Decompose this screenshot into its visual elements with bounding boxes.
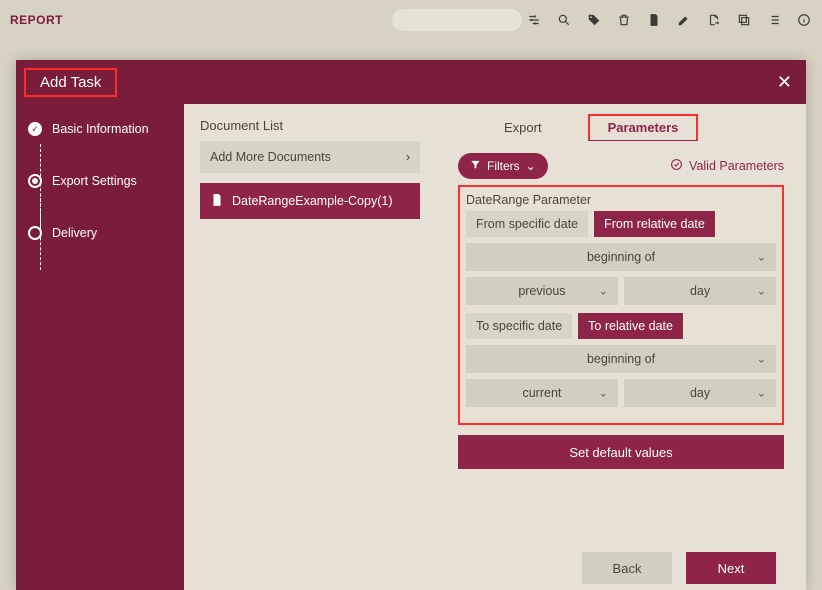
modal-footer: Back Next [582,552,776,584]
filters-label: Filters [487,159,520,173]
to-relative-toggle[interactable]: To relative date [578,313,683,339]
edit-icon[interactable] [676,12,692,28]
select-value: beginning of [587,352,655,366]
tab-parameters[interactable]: Parameters [588,114,699,141]
daterange-parameter-block: DateRange Parameter From specific date F… [458,185,784,425]
parameter-label: DateRange Parameter [466,193,776,207]
search-icon[interactable] [556,12,572,28]
from-offset-select[interactable]: previous ⌄ [466,277,618,305]
doc-list-title: Document List [200,118,420,133]
stepper: ✓ Basic Information Export Settings Deli… [16,104,184,590]
chevron-right-icon: › [406,150,410,164]
sliders-icon[interactable] [526,12,542,28]
step-delivery[interactable]: Delivery [28,226,172,240]
file-icon[interactable] [646,12,662,28]
step-bullet-icon [28,226,42,240]
document-item[interactable]: DateRangeExample-Copy(1) [200,183,420,219]
document-name: DateRangeExample-Copy(1) [232,194,393,208]
topbar: REPORT [0,0,822,40]
document-pane: Document List Add More Documents › DateR… [184,104,436,590]
filters-button[interactable]: Filters ⌄ [458,153,548,179]
close-icon[interactable]: ✕ [777,72,792,93]
chevron-down-icon: ⌄ [599,285,608,298]
add-more-documents[interactable]: Add More Documents › [200,141,420,173]
export-icon[interactable] [706,12,722,28]
topbar-title: REPORT [10,13,63,27]
next-button[interactable]: Next [686,552,776,584]
from-relative-toggle[interactable]: From relative date [594,211,715,237]
add-more-label: Add More Documents [210,150,331,164]
to-anchor-select[interactable]: beginning of ⌄ [466,345,776,373]
step-bullet-done-icon: ✓ [28,122,42,136]
tab-export[interactable]: Export [498,114,548,141]
back-label: Back [613,561,642,576]
tag-icon[interactable] [586,12,602,28]
back-button[interactable]: Back [582,552,672,584]
next-label: Next [718,561,745,576]
chevron-down-icon: ⌄ [599,387,608,400]
step-export[interactable]: Export Settings [28,174,172,188]
step-label: Basic Information [52,122,149,136]
select-value: day [690,284,710,298]
step-label: Delivery [52,226,97,240]
info-icon[interactable] [796,12,812,28]
trash-icon[interactable] [616,12,632,28]
document-icon [210,193,224,210]
chevron-down-icon: ⌄ [757,353,766,366]
select-value: previous [518,284,565,298]
from-specific-toggle[interactable]: From specific date [466,211,588,237]
modal-header: Add Task ✕ [16,60,806,104]
step-label: Export Settings [52,174,137,188]
to-specific-toggle[interactable]: To specific date [466,313,572,339]
to-offset-select[interactable]: current ⌄ [466,379,618,407]
set-default-values-button[interactable]: Set default values [458,435,784,469]
from-anchor-select[interactable]: beginning of ⌄ [466,243,776,271]
modal-title: Add Task [24,68,117,97]
chevron-down-icon: ⌄ [757,387,766,400]
valid-parameters: Valid Parameters [670,158,784,174]
list-icon[interactable] [766,12,782,28]
add-task-modal: Add Task ✕ ✓ Basic Information Export Se… [16,60,806,590]
step-bullet-active-icon [28,174,42,188]
check-circle-icon [670,158,683,174]
select-value: beginning of [587,250,655,264]
topbar-search[interactable] [392,9,522,31]
chevron-down-icon: ⌄ [526,159,536,173]
to-unit-select[interactable]: day ⌄ [624,379,776,407]
valid-label: Valid Parameters [689,159,784,173]
set-defaults-label: Set default values [569,445,672,460]
copy-icon[interactable] [736,12,752,28]
chevron-down-icon: ⌄ [757,251,766,264]
parameters-pane: Export Parameters Filters ⌄ Valid Parame… [436,104,806,590]
select-value: day [690,386,710,400]
from-unit-select[interactable]: day ⌄ [624,277,776,305]
filter-icon [470,159,481,173]
chevron-down-icon: ⌄ [757,285,766,298]
select-value: current [522,386,561,400]
step-basic[interactable]: ✓ Basic Information [28,122,172,136]
